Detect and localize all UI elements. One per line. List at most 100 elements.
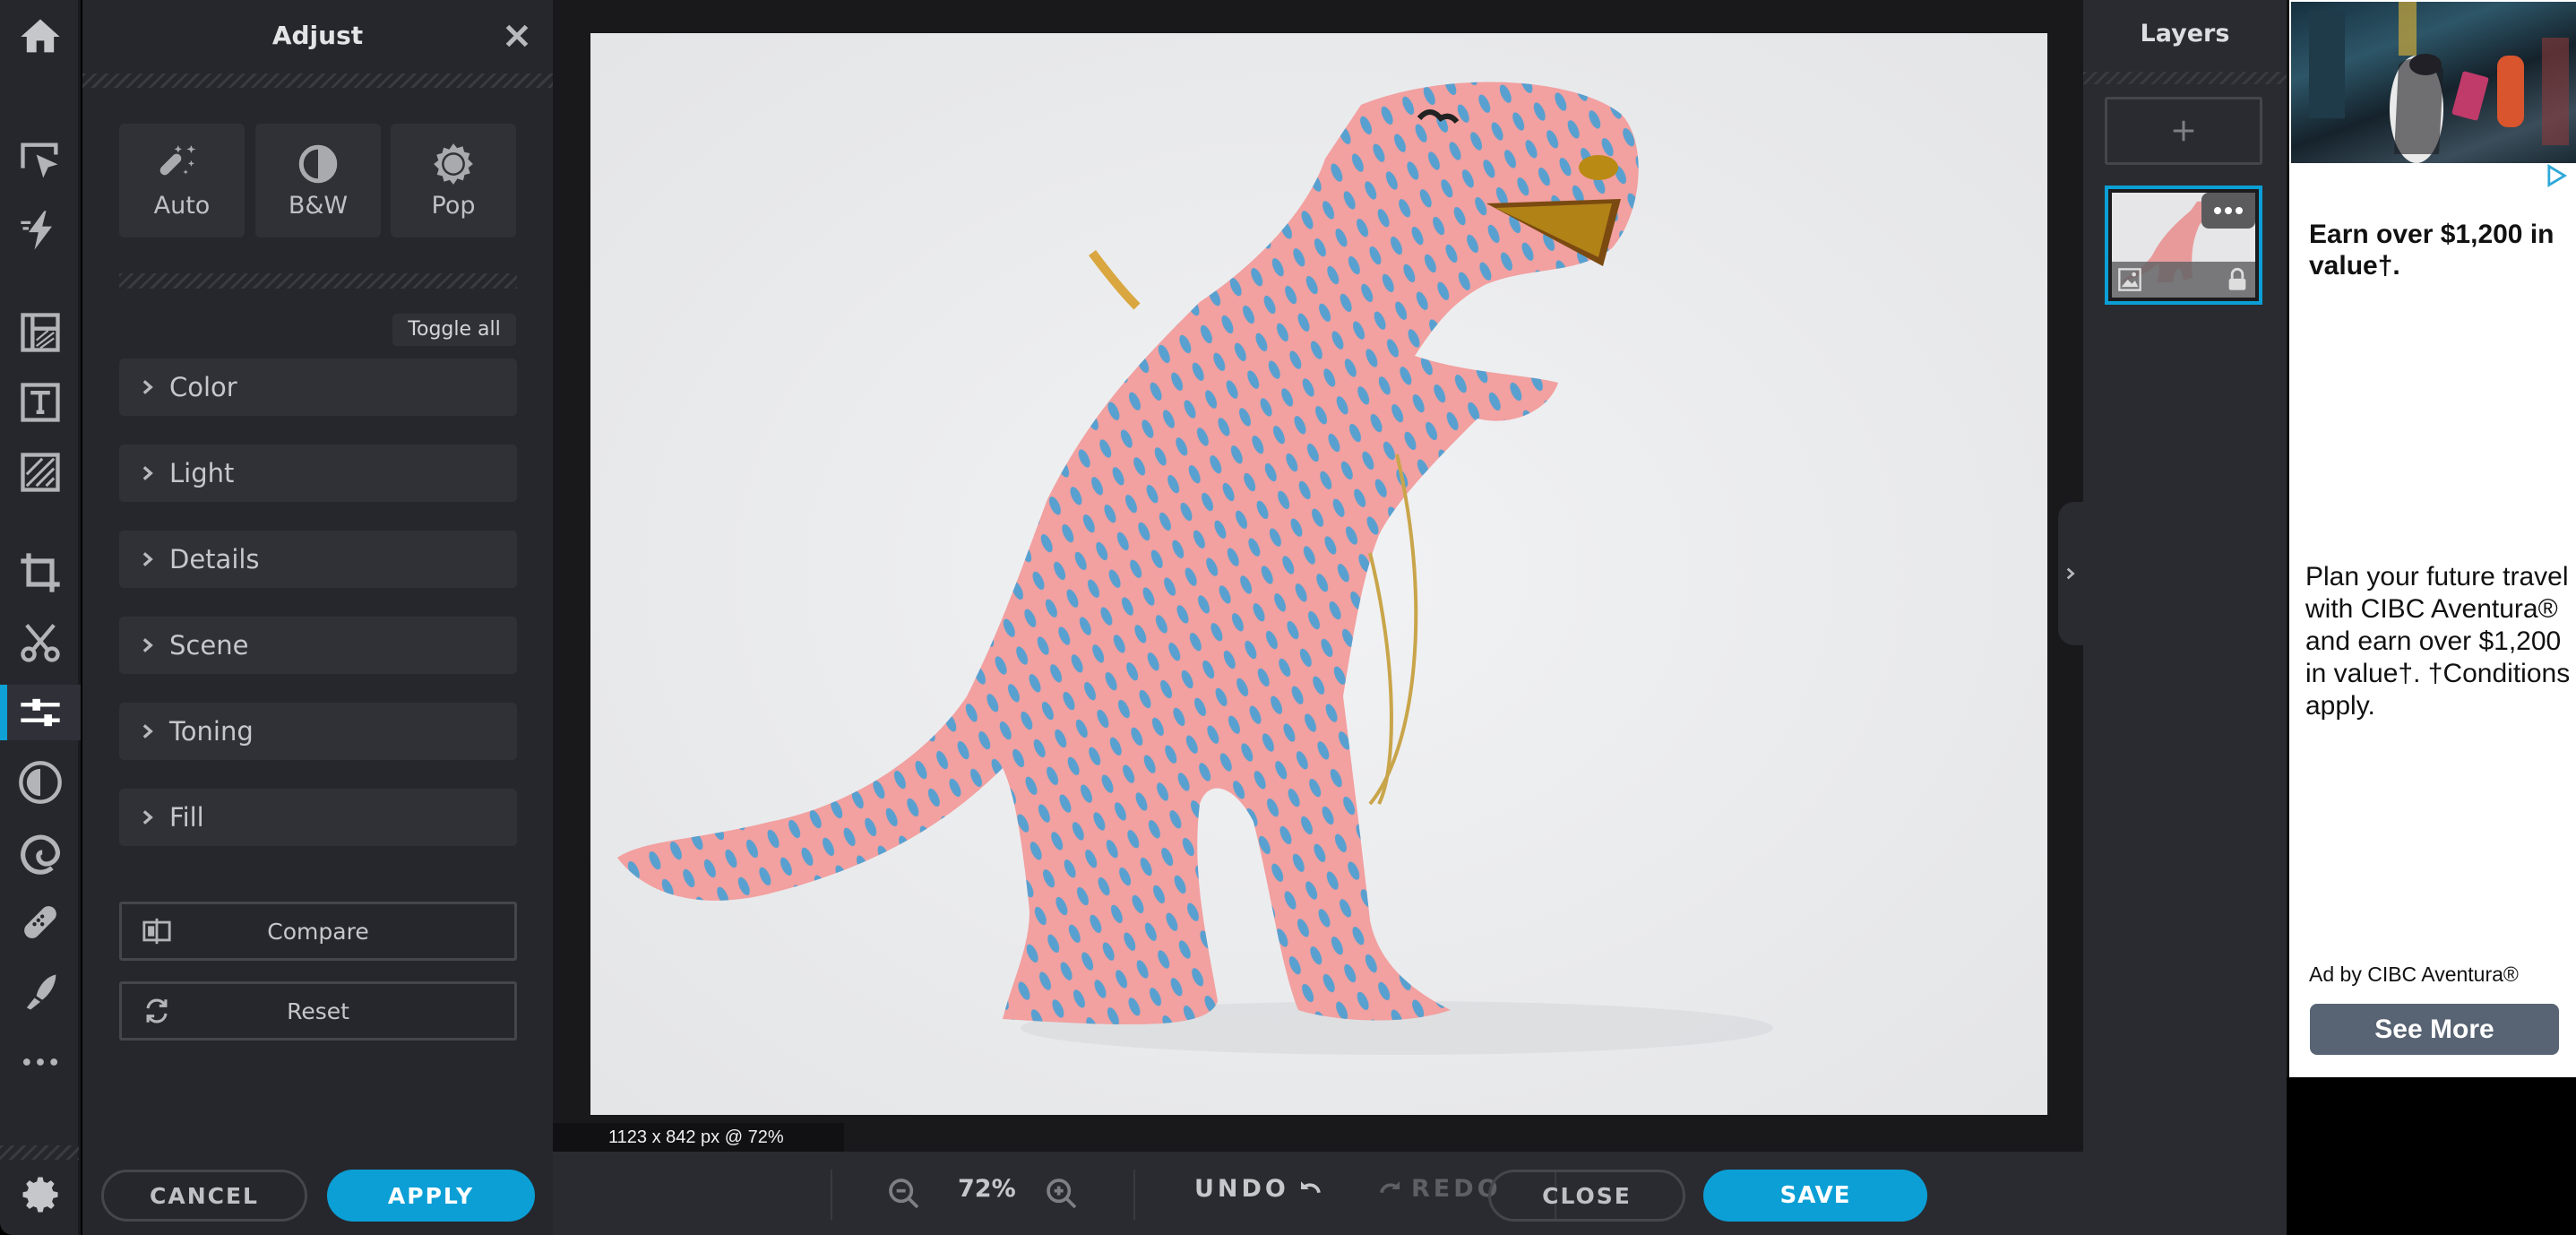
dinosaur-photo xyxy=(590,33,2047,1115)
chevron-right-icon xyxy=(142,466,153,480)
divider xyxy=(2083,72,2287,84)
ad-cta-button[interactable]: See More xyxy=(2310,1004,2559,1055)
heal-tool-button[interactable] xyxy=(0,894,81,950)
select-tool-button[interactable] xyxy=(0,133,81,188)
photo-canvas[interactable] xyxy=(590,33,2047,1115)
scissors-icon xyxy=(21,624,60,662)
section-fill[interactable]: Fill xyxy=(119,789,517,846)
cancel-button[interactable]: CANCEL xyxy=(101,1170,307,1222)
redo-icon xyxy=(1380,1180,1400,1193)
redo-button[interactable]: REDO xyxy=(1377,1175,1502,1203)
close-button[interactable]: CLOSE xyxy=(1488,1170,1685,1222)
home-button[interactable] xyxy=(0,9,81,65)
sun-icon xyxy=(434,143,473,185)
layer-item[interactable] xyxy=(2105,186,2262,305)
layers-panel: Layers xyxy=(2083,0,2287,1235)
lock-icon[interactable] xyxy=(2225,267,2250,292)
chevron-right-icon xyxy=(142,380,153,394)
divider xyxy=(119,273,517,289)
section-label: Fill xyxy=(169,802,204,833)
ad-headline: Earn over $1,200 in value†. xyxy=(2309,220,2554,281)
chevron-right-icon xyxy=(2066,567,2075,580)
divider xyxy=(1133,1170,1135,1220)
half-circle-icon xyxy=(298,144,338,184)
divider xyxy=(0,1145,79,1160)
chevron-right-icon xyxy=(142,638,153,652)
texture-tool-button[interactable] xyxy=(0,445,81,500)
section-color[interactable]: Color xyxy=(119,358,517,416)
ad-penguin-photo xyxy=(2309,2,2569,163)
layers-title: Layers xyxy=(2140,20,2230,48)
select-cursor-icon xyxy=(21,142,58,178)
compare-button[interactable]: Compare xyxy=(119,902,517,961)
image-icon xyxy=(2118,268,2141,291)
undo-icon xyxy=(1300,1180,1321,1193)
adjust-tool-button[interactable] xyxy=(0,685,81,740)
reset-button[interactable]: Reset xyxy=(119,981,517,1041)
bottom-bar: 72% UNDO REDO CLOSE SAVE xyxy=(553,1152,2083,1235)
chevron-right-icon xyxy=(142,724,153,738)
divider xyxy=(82,73,553,88)
zoom-level: 72% xyxy=(958,1175,1016,1203)
home-icon xyxy=(21,19,60,53)
advertisement[interactable]: Earn over $1,200 in value†. Plan your fu… xyxy=(2287,0,2576,1077)
preset-auto-button[interactable]: Auto xyxy=(119,124,245,238)
section-light[interactable]: Light xyxy=(119,445,517,502)
section-label: Details xyxy=(169,544,260,574)
apply-button[interactable]: APPLY xyxy=(327,1170,535,1222)
liquify-tool-button[interactable] xyxy=(0,825,81,880)
crop-icon xyxy=(21,553,60,592)
adjust-panel: Adjust Auto B&W Pop Toggle all Color Lig… xyxy=(82,0,553,1235)
section-label: Color xyxy=(169,372,237,402)
toggle-all-button[interactable]: Toggle all xyxy=(392,314,516,346)
section-label: Toning xyxy=(169,716,254,747)
plus-icon xyxy=(2173,120,2194,142)
chevron-right-icon xyxy=(142,552,153,566)
panel-title: Adjust xyxy=(271,21,364,50)
bandage-icon xyxy=(24,906,56,938)
compare-icon xyxy=(142,918,171,945)
section-details[interactable]: Details xyxy=(119,531,517,588)
ad-image[interactable] xyxy=(2291,2,2576,163)
sliders-icon xyxy=(21,698,60,727)
quick-effects-button[interactable] xyxy=(0,203,81,258)
divider xyxy=(831,1170,832,1220)
lightning-icon xyxy=(21,211,52,250)
undo-button[interactable]: UNDO xyxy=(1194,1175,1323,1203)
layout-icon xyxy=(21,313,60,352)
settings-button[interactable] xyxy=(0,1167,81,1222)
preset-label: B&W xyxy=(288,192,349,220)
section-scene[interactable]: Scene xyxy=(119,617,517,674)
zoom-in-icon[interactable] xyxy=(1044,1176,1080,1212)
contrast-circle-icon xyxy=(19,761,62,804)
draw-tool-button[interactable] xyxy=(0,964,81,1020)
layout-tool-button[interactable] xyxy=(0,305,81,360)
spiral-icon xyxy=(21,834,61,875)
preset-pop-button[interactable]: Pop xyxy=(391,124,516,238)
left-toolbar xyxy=(0,0,81,1235)
close-icon[interactable] xyxy=(501,20,533,52)
section-toning[interactable]: Toning xyxy=(119,703,517,760)
text-tool-button[interactable] xyxy=(0,375,81,430)
crop-tool-button[interactable] xyxy=(0,545,81,600)
section-label: Scene xyxy=(169,630,249,661)
brush-icon xyxy=(26,974,56,1010)
add-layer-button[interactable] xyxy=(2105,97,2262,165)
zoom-out-icon[interactable] xyxy=(886,1176,922,1212)
effects-tool-button[interactable] xyxy=(0,755,81,810)
hatch-icon xyxy=(21,453,60,492)
save-button[interactable]: SAVE xyxy=(1703,1170,1927,1222)
chevron-right-icon xyxy=(142,810,153,825)
layer-options-button[interactable] xyxy=(2201,193,2255,229)
ad-advertiser: Ad by CIBC Aventura® xyxy=(2309,963,2519,986)
layer-thumbnail xyxy=(2112,193,2255,298)
undo-label: UNDO xyxy=(1194,1175,1289,1203)
layer-info-bar xyxy=(2112,262,2255,298)
more-tools-button[interactable] xyxy=(0,1034,81,1090)
section-label: Light xyxy=(169,458,235,488)
preset-bw-button[interactable]: B&W xyxy=(255,124,381,238)
ad-choices-icon[interactable] xyxy=(2544,163,2569,188)
ad-body: Plan your future travel with CIBC Aventu… xyxy=(2305,562,2571,721)
cutout-tool-button[interactable] xyxy=(0,615,81,670)
layers-collapse-handle[interactable] xyxy=(2058,502,2083,645)
